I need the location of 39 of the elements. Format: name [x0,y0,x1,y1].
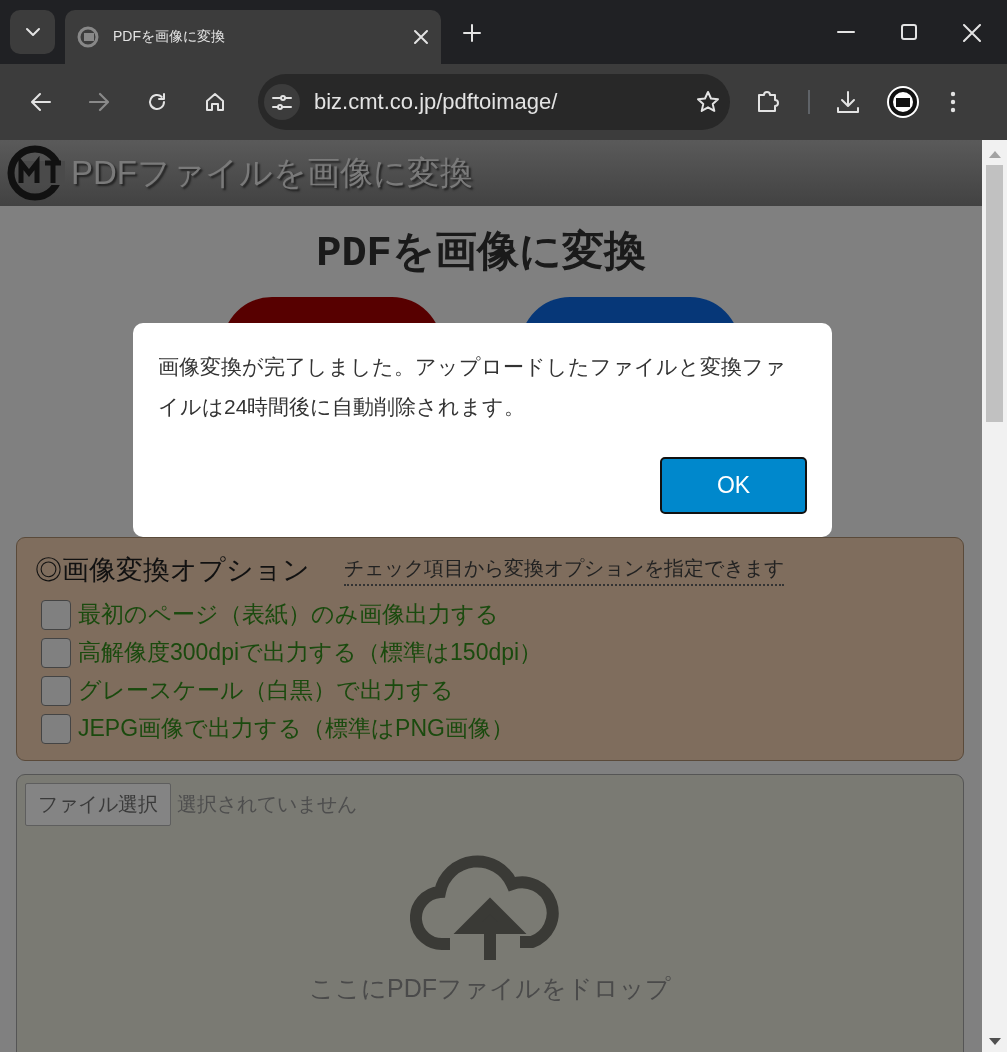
close-icon[interactable] [413,29,429,45]
dialog-message: 画像変換が完了しました。アップロードしたファイルと変換ファイルは24時間後に自動削除されます。 [158,354,787,420]
options-heading: ◎画像変換オプション [35,554,310,587]
close-window-icon[interactable] [963,24,981,42]
chevron-down-icon [24,27,41,37]
url-text: biz.cmt.co.jp/pdftoimage/ [314,89,559,115]
scroll-down-icon[interactable] [987,1037,1002,1046]
reload-icon[interactable] [147,92,167,112]
forward-icon[interactable] [89,92,109,112]
checkbox[interactable] [41,637,71,668]
option-label[interactable]: 高解像度300dpiで出力する（標準は150dpi） [78,637,543,668]
puzzle-icon[interactable] [756,89,782,115]
option-label[interactable]: グレースケール（白黒）で出力する [78,675,454,706]
profile-avatar-icon[interactable] [886,85,920,119]
browser-tab[interactable]: PDFを画像に変換 [65,10,441,64]
option-label[interactable]: JEPG画像で出力する（標準はPNG画像） [78,713,514,744]
checkbox[interactable] [41,599,71,630]
home-icon[interactable] [205,92,225,112]
maximize-icon[interactable] [901,24,917,40]
address-bar[interactable]: biz.cmt.co.jp/pdftoimage/ [258,74,730,130]
new-tab-icon[interactable] [463,24,481,42]
page-heading: PDFを画像に変換 [315,228,647,280]
back-icon[interactable] [31,92,51,112]
site-logo-icon [77,26,99,48]
tab-title: PDFを画像に変換 [113,28,226,46]
ok-button[interactable]: OK [660,457,807,514]
more-menu-icon[interactable] [950,91,956,113]
download-icon[interactable] [836,90,860,114]
checkbox[interactable] [41,713,71,744]
scrollbar-thumb[interactable] [986,165,1003,422]
bookmark-star-icon[interactable] [696,90,720,114]
site-settings-icon[interactable] [272,92,292,112]
file-select-button[interactable]: ファイル選択 [25,783,171,826]
scrollbar[interactable] [982,140,1007,1052]
options-hint: チェック項目から変換オプションを指定できます [344,554,784,586]
tab-search-button[interactable] [10,10,55,54]
checkbox[interactable] [41,675,71,706]
site-logo-icon[interactable] [5,143,67,203]
option-label[interactable]: 最初のページ（表紙）のみ画像出力する [78,599,499,630]
